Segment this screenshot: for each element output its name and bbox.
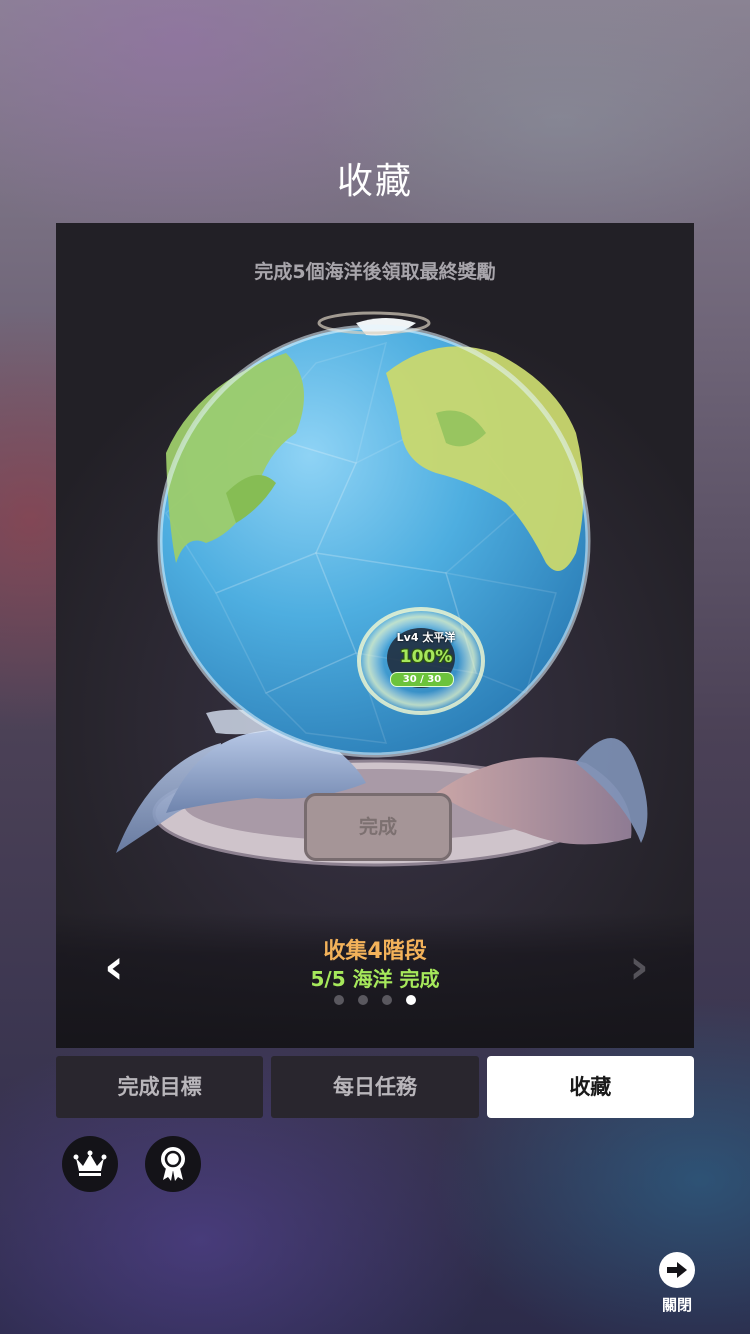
page-dot-active — [406, 995, 416, 1005]
close-button[interactable]: 關閉 — [654, 1252, 700, 1315]
page-title: 收藏 — [336, 161, 413, 202]
close-label: 關閉 — [661, 1296, 692, 1314]
close-circle — [659, 1252, 695, 1288]
reward-hint: 完成5個海洋後領取最終獎勵 — [254, 261, 496, 283]
crown-button[interactable] — [62, 1136, 118, 1192]
page-dot — [334, 995, 344, 1005]
medal-button[interactable] — [145, 1136, 201, 1192]
page-dot — [358, 995, 368, 1005]
medal-icon — [161, 1147, 185, 1181]
tab-achievements[interactable]: 完成目標 — [56, 1056, 264, 1118]
collection-panel: 完成5個海洋後領取最終獎勵 Lv4 太平洋 100% 30 / 30 完成 ‹ … — [56, 223, 694, 1048]
tab-collection[interactable]: 收藏 — [486, 1056, 694, 1118]
tab-daily-missions[interactable]: 每日任務 — [271, 1056, 479, 1118]
tab-bar: 完成目標 每日任務 收藏 — [56, 1056, 694, 1118]
ocean-percent: 100% — [399, 647, 453, 667]
stage-title: 收集4階段 — [323, 939, 427, 964]
arrow-right-icon — [667, 1262, 687, 1278]
complete-button[interactable]: 完成 — [304, 793, 452, 861]
page-dot — [382, 995, 392, 1005]
stage-subtitle: 5/5 海洋 完成 — [310, 967, 440, 991]
ocean-count-badge: 30 / 30 — [390, 672, 454, 687]
crown-icon — [73, 1150, 107, 1176]
page-indicator — [56, 995, 694, 1005]
ocean-level-label: Lv4 太平洋 — [396, 631, 456, 644]
